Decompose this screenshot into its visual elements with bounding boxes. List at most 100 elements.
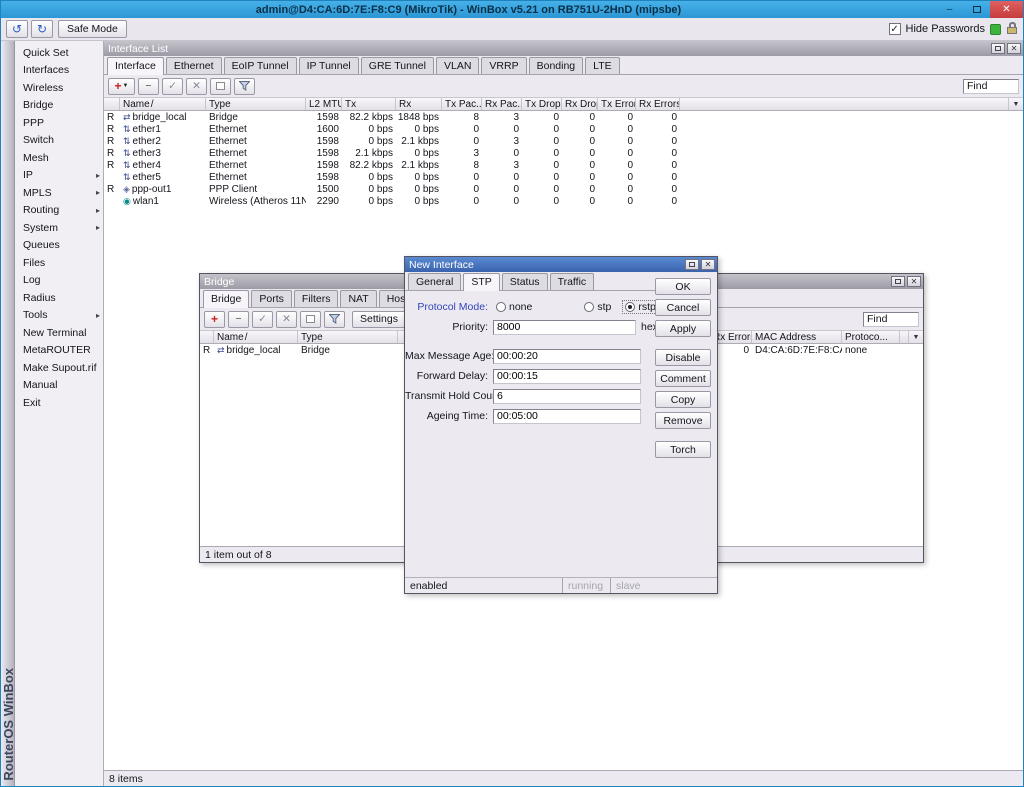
comment-button[interactable]: Comment [655,370,711,387]
sidebar-item-tools[interactable]: Tools▸ [15,307,103,325]
sidebar-item-log[interactable]: Log [15,272,103,290]
sidebar-item-new-terminal[interactable]: New Terminal [15,324,103,342]
sidebar-item-queues[interactable]: Queues [15,237,103,255]
bridge-tab-bridge[interactable]: Bridge [203,290,249,308]
interface-list-restore-button[interactable] [991,43,1005,54]
interface-list-tab-ethernet[interactable]: Ethernet [166,57,222,74]
interface-list-tab-eoip-tunnel[interactable]: EoIP Tunnel [224,57,297,74]
sidebar-item-switch[interactable]: Switch [15,132,103,150]
sidebar-item-ip[interactable]: IP▸ [15,167,103,185]
os-titlebar[interactable]: admin@D4:CA:6D:7E:F8:C9 (MikroTik) - Win… [1,1,1023,18]
settings-button[interactable]: Settings [352,311,406,328]
column-header-type[interactable]: Type [298,331,398,343]
disable-button[interactable]: ✕ [276,311,297,328]
undo-button[interactable]: ↺ [6,20,28,38]
interface-row[interactable]: ◉wlan1Wireless (Atheros 11N)22900 bps0 b… [104,195,1023,207]
dialog-titlebar[interactable]: New Interface ✕ [405,257,717,272]
interface-list-tab-gre-tunnel[interactable]: GRE Tunnel [361,57,434,74]
column-header-mac-address[interactable]: MAC Address [752,331,842,343]
column-header-flag[interactable] [200,331,214,343]
interface-list-titlebar[interactable]: Interface List ✕ [104,41,1023,56]
column-header-type[interactable]: Type [206,98,306,110]
field-input-forward-delay[interactable] [493,369,641,384]
column-header-protoco[interactable]: Protoco... [842,331,900,343]
remove-button[interactable]: − [138,78,159,95]
sidebar-item-interfaces[interactable]: Interfaces [15,62,103,80]
field-input-priority[interactable] [493,320,636,335]
dialog-tab-traffic[interactable]: Traffic [550,273,595,290]
dialog-tab-stp[interactable]: STP [463,273,499,291]
redo-button[interactable]: ↻ [31,20,53,38]
minimize-button[interactable]: – [936,1,963,18]
sidebar-item-bridge[interactable]: Bridge [15,97,103,115]
column-header-tx[interactable]: Tx [342,98,396,110]
disable-button[interactable]: ✕ [186,78,207,95]
interface-list-tab-ip-tunnel[interactable]: IP Tunnel [299,57,359,74]
interface-row[interactable]: ⇅ether5Ethernet15980 bps0 bps000000 [104,171,1023,183]
remove-button[interactable]: Remove [655,412,711,429]
close-button[interactable]: ✕ [990,1,1023,18]
add-interface-button[interactable]: +▼ [108,78,135,95]
remove-button[interactable]: − [228,311,249,328]
hide-passwords-checkbox[interactable] [889,23,901,35]
dialog-close-button[interactable]: ✕ [701,259,715,270]
ok-button[interactable]: OK [655,278,711,295]
sidebar-item-metarouter[interactable]: MetaROUTER [15,342,103,360]
sidebar-item-manual[interactable]: Manual [15,377,103,395]
column-header-tx-errors[interactable]: Tx Errors [598,98,636,110]
interface-list-tab-interface[interactable]: Interface [107,57,164,75]
interface-row[interactable]: R⇅ether3Ethernet15982.1 kbps0 bps300000 [104,147,1023,159]
cancel-button[interactable]: Cancel [655,299,711,316]
sidebar-item-exit[interactable]: Exit [15,394,103,412]
interface-list-close-button[interactable]: ✕ [1007,43,1021,54]
filter-button[interactable] [324,311,345,328]
bridge-tab-nat[interactable]: NAT [340,290,376,307]
sidebar-item-quick-set[interactable]: Quick Set [15,44,103,62]
sidebar-item-wireless[interactable]: Wireless [15,79,103,97]
filter-button[interactable] [234,78,255,95]
column-header-l2-mtu[interactable]: L2 MTU [306,98,342,110]
enable-button[interactable]: ✓ [162,78,183,95]
interface-row[interactable]: R⇄bridge_localBridge159882.2 kbps1848 bp… [104,111,1023,123]
apply-button[interactable]: Apply [655,320,711,337]
bridge-restore-button[interactable] [891,276,905,287]
protocol-none-radio[interactable]: none [493,300,535,314]
column-header-tx-pac[interactable]: Tx Pac... [442,98,482,110]
interface-row[interactable]: R⇅ether1Ethernet16000 bps0 bps000000 [104,123,1023,135]
column-options-button[interactable]: ▼ [908,331,923,343]
comment-button[interactable] [300,311,321,328]
column-header-rx-errors[interactable]: Rx Errors [636,98,680,110]
sidebar-item-routing[interactable]: Routing▸ [15,202,103,220]
interface-row[interactable]: R◈ppp-out1PPP Client15000 bps0 bps000000 [104,183,1023,195]
sidebar-item-mesh[interactable]: Mesh [15,149,103,167]
field-input-transmit-hold-count[interactable] [493,389,641,404]
sidebar-item-ppp[interactable]: PPP [15,114,103,132]
interface-list-tab-vlan[interactable]: VLAN [436,57,479,74]
bridge-close-button[interactable]: ✕ [907,276,921,287]
interface-list-tab-bonding[interactable]: Bonding [529,57,584,74]
sidebar-item-make-supout-rif[interactable]: Make Supout.rif [15,359,103,377]
column-header-rx[interactable]: Rx [396,98,442,110]
protocol-rstp-radio[interactable]: rstp [622,300,659,314]
bridge-tab-filters[interactable]: Filters [294,290,339,307]
field-input-max-message-age[interactable] [493,349,641,364]
interface-list-tab-vrrp[interactable]: VRRP [481,57,526,74]
copy-button[interactable]: Copy [655,391,711,408]
interface-row[interactable]: R⇅ether4Ethernet159882.2 kbps2.1 kbps830… [104,159,1023,171]
sidebar-item-files[interactable]: Files [15,254,103,272]
sidebar-item-mpls[interactable]: MPLS▸ [15,184,103,202]
interface-list-tab-lte[interactable]: LTE [585,57,619,74]
column-header-rx-pac[interactable]: Rx Pac... [482,98,522,110]
sidebar-item-system[interactable]: System▸ [15,219,103,237]
field-input-ageing-time[interactable] [493,409,641,424]
dialog-restore-button[interactable] [685,259,699,270]
add-bridge-button[interactable]: + [204,311,225,328]
column-options-button[interactable]: ▼ [1008,98,1023,110]
torch-button[interactable]: Torch [655,441,711,458]
comment-button[interactable] [210,78,231,95]
disable-button[interactable]: Disable [655,349,711,366]
find-input[interactable]: Find [863,312,919,327]
bridge-tab-ports[interactable]: Ports [251,290,292,307]
column-header-name[interactable]: Name [214,331,298,343]
safe-mode-button[interactable]: Safe Mode [58,20,127,38]
